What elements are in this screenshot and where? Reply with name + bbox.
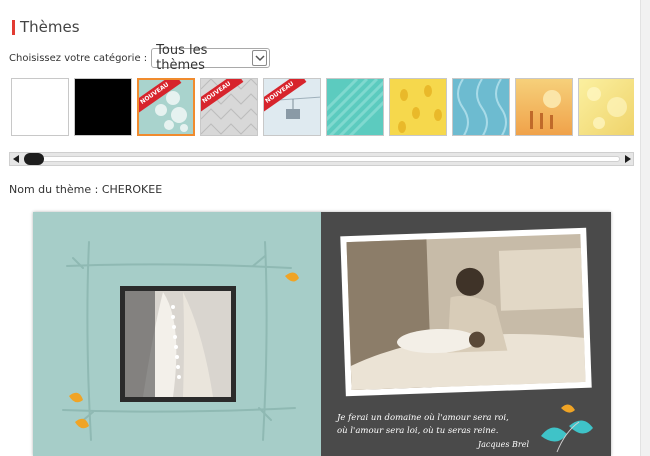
scroll-track[interactable]	[24, 156, 620, 162]
section-header: Thèmes	[12, 17, 80, 37]
category-select[interactable]: Tous les thèmes	[151, 43, 271, 73]
theme-preview-book: Je ferai un domaine où l'amour sera roi,…	[33, 212, 611, 456]
section-title: Thèmes	[20, 18, 80, 36]
category-selected-value: Tous les thèmes	[156, 43, 208, 73]
theme-thumb-gondola[interactable]: NOUVEAU	[263, 78, 321, 136]
chevron-down-icon[interactable]	[252, 50, 268, 66]
title-accent-bar	[12, 19, 15, 35]
pineapple-pattern	[398, 85, 442, 133]
theme-name-label: Nom du thème : CHEROKEE	[9, 183, 163, 196]
theme-thumb-yellow-bokeh[interactable]	[578, 78, 634, 136]
category-row: Choisissez votre catégorie : Tous les th…	[9, 43, 271, 73]
quote-author: Jacques Brel	[477, 440, 529, 449]
theme-thumb-orange-sunset[interactable]	[515, 78, 573, 136]
quote-line-2: où l'amour sera loi, où tu seras reine.	[337, 426, 499, 436]
theme-thumbnail-strip: NOUVEAU NOUVEAU NOUVEAU	[11, 78, 634, 138]
right-edge-strip	[640, 0, 650, 456]
theme-thumb-yellow-pineapples[interactable]	[389, 78, 447, 136]
quote-line-1: Je ferai un domaine où l'amour sera roi,	[337, 413, 509, 423]
theme-thumb-cherokee[interactable]: NOUVEAU	[137, 78, 195, 136]
theme-thumb-black[interactable]	[74, 78, 132, 136]
preview-left-page	[33, 212, 321, 456]
love-quote: Je ferai un domaine où l'amour sera roi,…	[337, 412, 537, 451]
lattice-pattern	[457, 79, 507, 135]
theme-thumb-blue-lattice[interactable]	[452, 78, 510, 136]
bokeh-pattern	[587, 87, 627, 129]
ginkgo-decoration	[541, 420, 593, 442]
theme-thumb-teal-stripes[interactable]	[326, 78, 384, 136]
stripe-pattern	[327, 79, 383, 135]
scroll-thumb[interactable]	[24, 153, 44, 165]
thumbnail-scrollbar[interactable]	[9, 152, 634, 166]
sunset-pattern	[530, 90, 561, 129]
preview-right-page: Je ferai un domaine où l'amour sera roi,…	[321, 212, 611, 456]
scroll-left-arrow-icon[interactable]	[10, 153, 22, 165]
theme-thumb-white[interactable]	[11, 78, 69, 136]
category-label: Choisissez votre catégorie :	[9, 52, 148, 64]
left-page-art	[62, 241, 299, 441]
scroll-right-arrow-icon[interactable]	[621, 153, 633, 165]
theme-thumb-grey-geometric[interactable]: NOUVEAU	[200, 78, 258, 136]
